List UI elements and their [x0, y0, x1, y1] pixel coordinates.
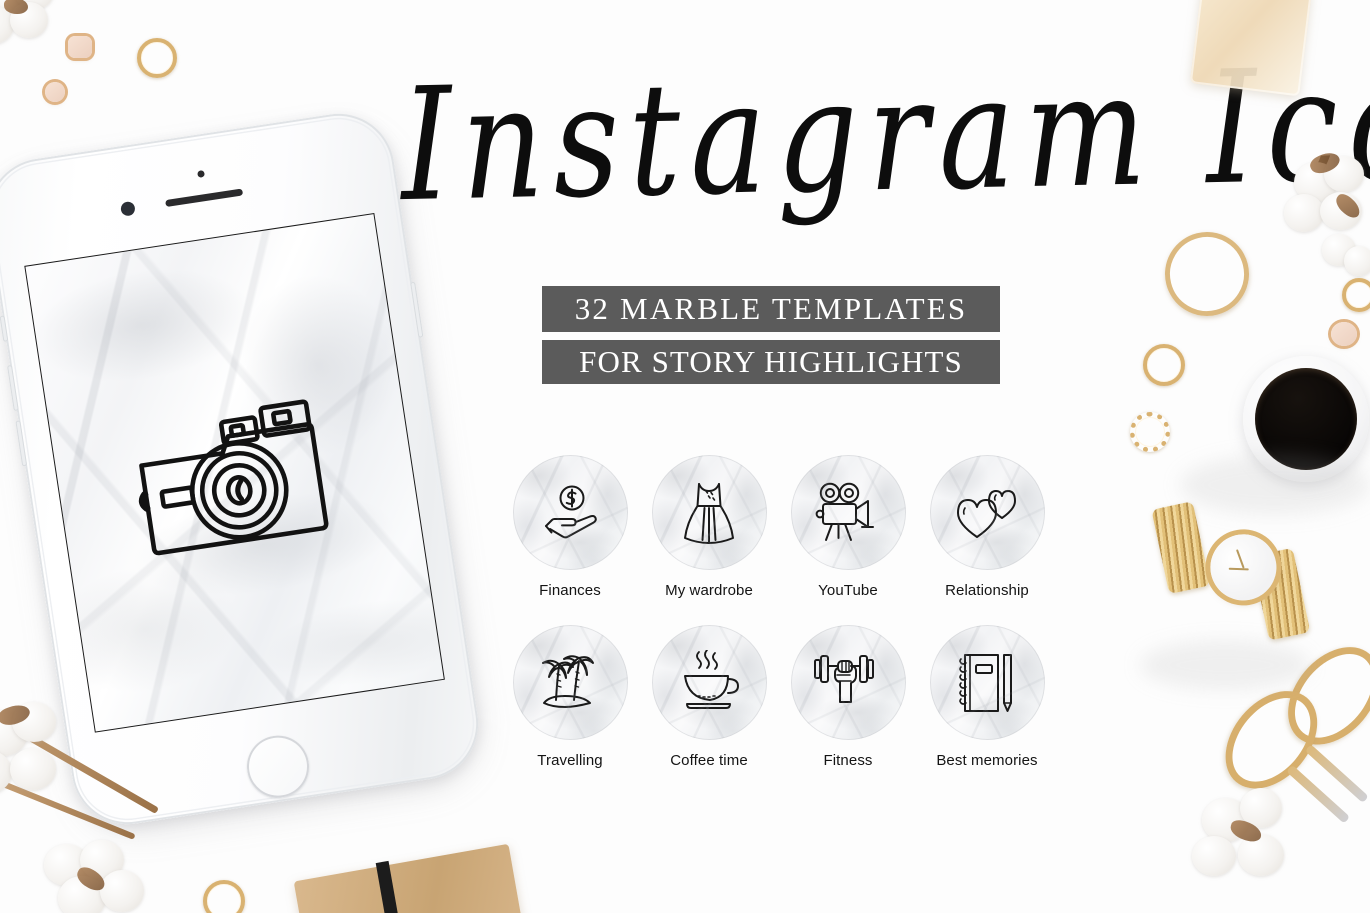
marble-circle: [790, 625, 906, 740]
highlight-label: YouTube: [818, 582, 878, 599]
gold-ring: [1342, 278, 1370, 312]
gold-ring: [137, 38, 177, 78]
notebook-elastic: [375, 860, 406, 913]
palm-trees-icon: [542, 654, 594, 708]
two-hearts-icon: [957, 489, 1016, 538]
highlight-item-fitness[interactable]: Fitness: [783, 625, 913, 769]
highlight-item-best-memories[interactable]: Best memories: [922, 625, 1052, 769]
marble-circle: [651, 455, 767, 570]
movie-camera-icon: [815, 482, 874, 541]
phone-screen[interactable]: [24, 212, 445, 733]
marble-circle: [790, 455, 906, 570]
highlight-label: Finances: [539, 582, 601, 599]
gold-ring: [1130, 412, 1170, 452]
highlight-label: Coffee time: [670, 752, 748, 769]
gold-ring: [1143, 344, 1185, 386]
marble-circle: [929, 625, 1045, 740]
highlight-label: My wardrobe: [665, 582, 753, 599]
marble-circle: [512, 625, 628, 740]
marble-circle: [929, 455, 1045, 570]
vintage-camera-icon: [138, 399, 329, 556]
highlight-label: Best memories: [936, 752, 1038, 769]
highlight-item-coffee-time[interactable]: Coffee time: [644, 625, 774, 769]
highlight-item-relationship[interactable]: Relationship: [922, 455, 1052, 599]
notebook-pen-icon: [959, 653, 1012, 712]
stud-earring: [68, 36, 92, 58]
cotton-boll: [34, 836, 164, 913]
highlight-label: Travelling: [537, 752, 603, 769]
promo-canvas: Instagram Icons 32 MARBLE TEMPLATES FOR …: [0, 0, 1370, 913]
watch-band: [1151, 501, 1211, 595]
marble-circle: [651, 625, 767, 740]
dress-icon: [684, 482, 734, 544]
kraft-notebook: [293, 843, 525, 913]
highlight-label: Fitness: [823, 752, 873, 769]
highlight-item-my-wardrobe[interactable]: My wardrobe: [644, 455, 774, 599]
perfume-glass: [1189, 0, 1313, 97]
perfume-bottle: [1189, 0, 1313, 97]
hand-holding-coin-icon: [545, 485, 597, 538]
highlight-item-finances[interactable]: Finances: [505, 455, 635, 599]
stud-earring: [45, 82, 65, 102]
highlight-icon-grid: Finances My wardrobe YouTube Relationshi…: [505, 455, 1053, 785]
page-title: Instagram Icons: [395, 30, 1370, 262]
highlight-label: Relationship: [945, 582, 1029, 599]
marble-circle: [512, 455, 628, 570]
hand-dumbbell-icon: [814, 654, 874, 703]
stud-earring: [1331, 322, 1357, 346]
coffee-cup-icon: [684, 649, 739, 709]
highlight-item-youtube[interactable]: YouTube: [783, 455, 913, 599]
gold-ring: [203, 880, 245, 913]
highlight-item-travelling[interactable]: Travelling: [505, 625, 635, 769]
banner-story-highlights: FOR STORY HIGHLIGHTS: [542, 340, 1000, 384]
banner-templates-count: 32 MARBLE TEMPLATES: [542, 286, 1000, 332]
